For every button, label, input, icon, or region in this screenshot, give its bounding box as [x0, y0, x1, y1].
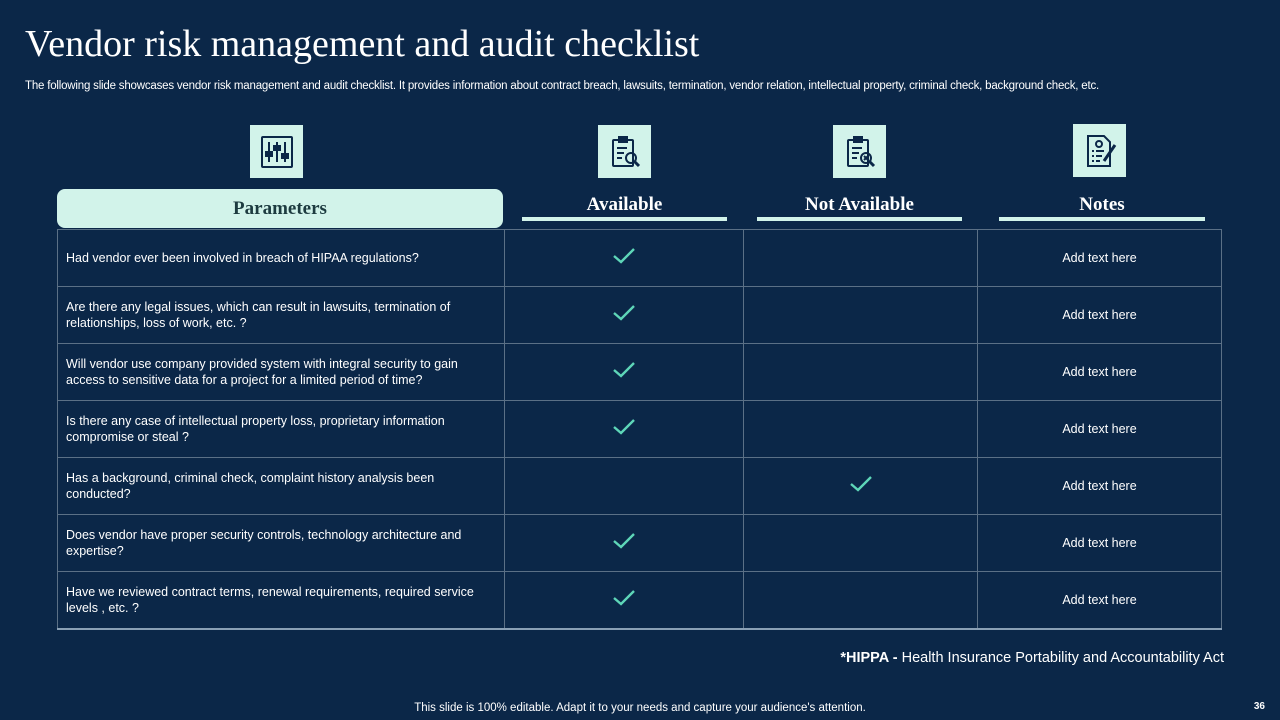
available-cell — [504, 229, 744, 287]
available-header-underline — [522, 217, 727, 221]
row-note: Add text here — [977, 286, 1222, 344]
row-question: Had vendor ever been involved in breach … — [57, 229, 505, 287]
not-available-cell — [743, 457, 978, 515]
clipboard-search-icon — [598, 125, 651, 178]
parameters-header: Parameters — [57, 189, 503, 228]
not-available-header-underline — [757, 217, 962, 221]
page-number: 36 — [1253, 701, 1265, 712]
table-row: Are there any legal issues, which can re… — [57, 286, 1222, 344]
not-available-cell — [743, 286, 978, 344]
slide-footer: This slide is 100% editable. Adapt it to… — [414, 702, 866, 714]
footnote-term: *HIPPA - — [840, 650, 898, 666]
sliders-icon — [250, 125, 303, 178]
table-row: Does vendor have proper security control… — [57, 514, 1222, 572]
checkmark-icon — [613, 361, 635, 378]
checkmark-icon — [613, 304, 635, 321]
available-cell — [504, 571, 744, 630]
slide-title: Vendor risk management and audit checkli… — [25, 23, 700, 65]
row-note: Add text here — [977, 457, 1222, 515]
row-question: Does vendor have proper security control… — [57, 514, 505, 572]
table-row: Will vendor use company provided system … — [57, 343, 1222, 401]
available-cell — [504, 343, 744, 401]
row-note: Add text here — [977, 400, 1222, 458]
notes-header: Notes — [1079, 194, 1125, 215]
not-available-cell — [743, 514, 978, 572]
clipboard-reject-icon — [833, 125, 886, 178]
row-question: Are there any legal issues, which can re… — [57, 286, 505, 344]
checklist-table: Had vendor ever been involved in breach … — [57, 229, 1222, 630]
row-note: Add text here — [977, 343, 1222, 401]
document-edit-icon — [1073, 124, 1126, 177]
available-cell — [504, 400, 744, 458]
row-question: Will vendor use company provided system … — [57, 343, 505, 401]
not-available-cell — [743, 229, 978, 287]
row-note: Add text here — [977, 571, 1222, 630]
row-note: Add text here — [977, 514, 1222, 572]
checkmark-icon — [613, 532, 635, 549]
checkmark-icon — [849, 475, 872, 492]
footnote-definition: Health Insurance Portability and Account… — [901, 650, 1224, 666]
row-question: Is there any case of intellectual proper… — [57, 400, 505, 458]
slide-subtitle: The following slide showcases vendor ris… — [25, 80, 1099, 92]
not-available-header: Not Available — [805, 194, 914, 215]
footnote: *HIPPA - Health Insurance Portability an… — [840, 650, 1224, 666]
not-available-cell — [743, 343, 978, 401]
row-question: Have we reviewed contract terms, renewal… — [57, 571, 505, 630]
available-cell — [504, 286, 744, 344]
available-cell — [504, 514, 744, 572]
available-header: Available — [586, 194, 663, 215]
checkmark-icon — [613, 589, 635, 606]
table-row: Had vendor ever been involved in breach … — [57, 229, 1222, 287]
table-row: Have we reviewed contract terms, renewal… — [57, 571, 1222, 630]
not-available-cell — [743, 400, 978, 458]
table-row: Is there any case of intellectual proper… — [57, 400, 1222, 458]
available-cell — [504, 457, 744, 515]
checkmark-icon — [613, 418, 635, 435]
row-note: Add text here — [977, 229, 1222, 287]
table-row: Has a background, criminal check, compla… — [57, 457, 1222, 515]
notes-header-underline — [999, 217, 1205, 221]
checkmark-icon — [613, 247, 635, 264]
not-available-cell — [743, 571, 978, 630]
row-question: Has a background, criminal check, compla… — [57, 457, 505, 515]
